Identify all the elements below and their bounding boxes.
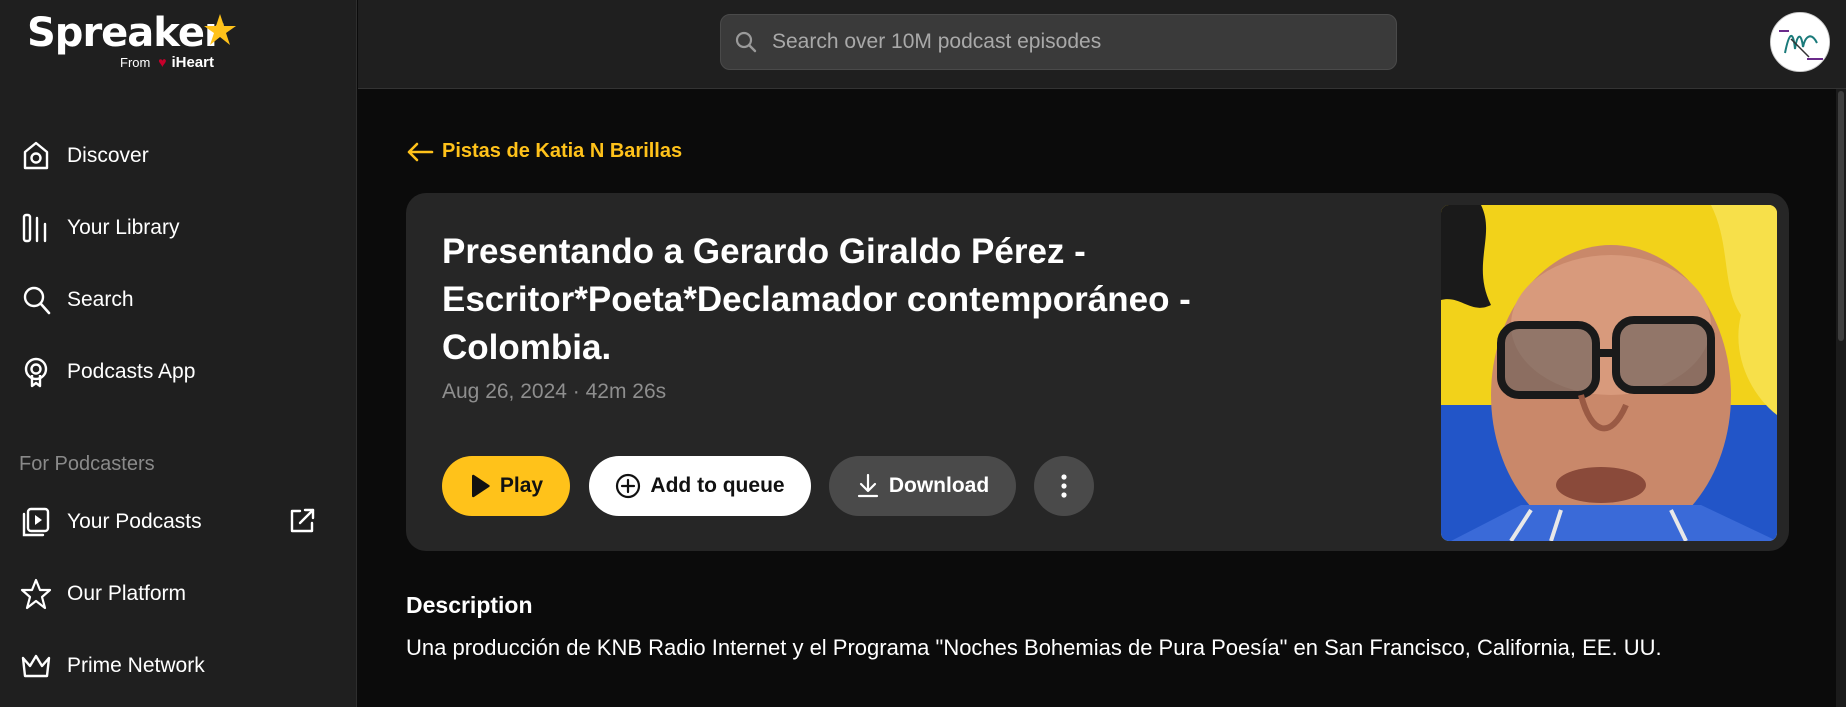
sidebar-item-label: Your Podcasts [67,510,202,533]
episode-title: Presentando a Gerardo Giraldo Pérez - Es… [442,232,1191,367]
sidebar-item-label: Your Library [67,216,180,239]
sidebar-item-prime-network[interactable]: Prime Network [20,646,205,686]
logo-star-icon [204,14,236,45]
sidebar: Spreaker From ♥ iHeart Discover Your Lib… [0,0,357,707]
episode-card: Presentando a Gerardo Giraldo Pérez - Es… [406,193,1789,551]
logo-wordmark: Spreaker [27,10,224,56]
library-icon [20,212,52,244]
plus-circle-icon [616,473,641,499]
sidebar-item-podcasts-app[interactable]: Podcasts App [20,352,195,392]
logo-partner-text: iHeart [171,54,214,71]
spreaker-logo[interactable]: Spreaker From ♥ iHeart [27,10,267,80]
play-button-label: Play [499,474,544,497]
sidebar-item-label: Search [67,288,134,311]
play-icon [471,474,490,498]
sidebar-item-label: Discover [67,144,149,167]
more-options-button[interactable] [1034,456,1094,516]
page-scrollbar[interactable] [1836,89,1846,707]
search-bar[interactable] [720,14,1397,70]
sidebar-item-your-library[interactable]: Your Library [20,208,179,248]
download-icon [857,473,878,498]
search-icon [735,31,757,53]
search-input[interactable] [772,30,1372,54]
sidebar-item-search[interactable]: Search [20,280,134,320]
download-button[interactable]: Download [829,456,1016,516]
sidebar-item-discover[interactable]: Discover [20,136,149,176]
avatar-knb-logo-icon [1771,13,1829,71]
iheart-heart-icon: ♥ [158,54,167,70]
section-label-for-podcasters: For Podcasters [19,453,155,475]
your-podcasts-icon [20,506,52,538]
sidebar-item-your-podcasts[interactable]: Your Podcasts [20,502,202,542]
discover-icon [20,140,52,172]
search-icon [20,284,52,316]
arrow-left-icon [407,142,434,161]
podcasts-app-icon [20,356,52,388]
logo-from-text: From [120,55,151,70]
description-body: Una producción de KNB Radio Internet y e… [406,635,1662,660]
logo-subline: From ♥ iHeart [120,54,214,71]
more-vertical-icon [1061,474,1067,498]
download-button-label: Download [888,474,990,497]
top-bar [358,0,1846,89]
sidebar-item-our-platform[interactable]: Our Platform [20,574,186,614]
scrollbar-thumb[interactable] [1838,91,1844,341]
user-avatar[interactable] [1770,12,1830,72]
play-button[interactable]: Play [442,456,570,516]
crown-icon [20,650,52,682]
sidebar-item-label: Podcasts App [67,360,196,383]
sidebar-item-label: Our Platform [67,582,187,605]
add-to-queue-button[interactable]: Add to queue [589,456,811,516]
episode-artwork [1441,205,1777,541]
back-link-label: Pistas de Katia N Barillas [442,140,683,162]
back-to-show-link[interactable]: Pistas de Katia N Barillas [406,140,682,163]
external-link-icon[interactable] [287,506,317,536]
episode-artwork-portrait-icon [1441,205,1777,541]
add-to-queue-label: Add to queue [650,474,785,497]
sidebar-item-label: Prime Network [67,654,205,677]
episode-meta: Aug 26, 2024 · 42m 26s [442,380,667,403]
description-heading: Description [406,592,533,618]
platform-star-icon [20,578,52,610]
